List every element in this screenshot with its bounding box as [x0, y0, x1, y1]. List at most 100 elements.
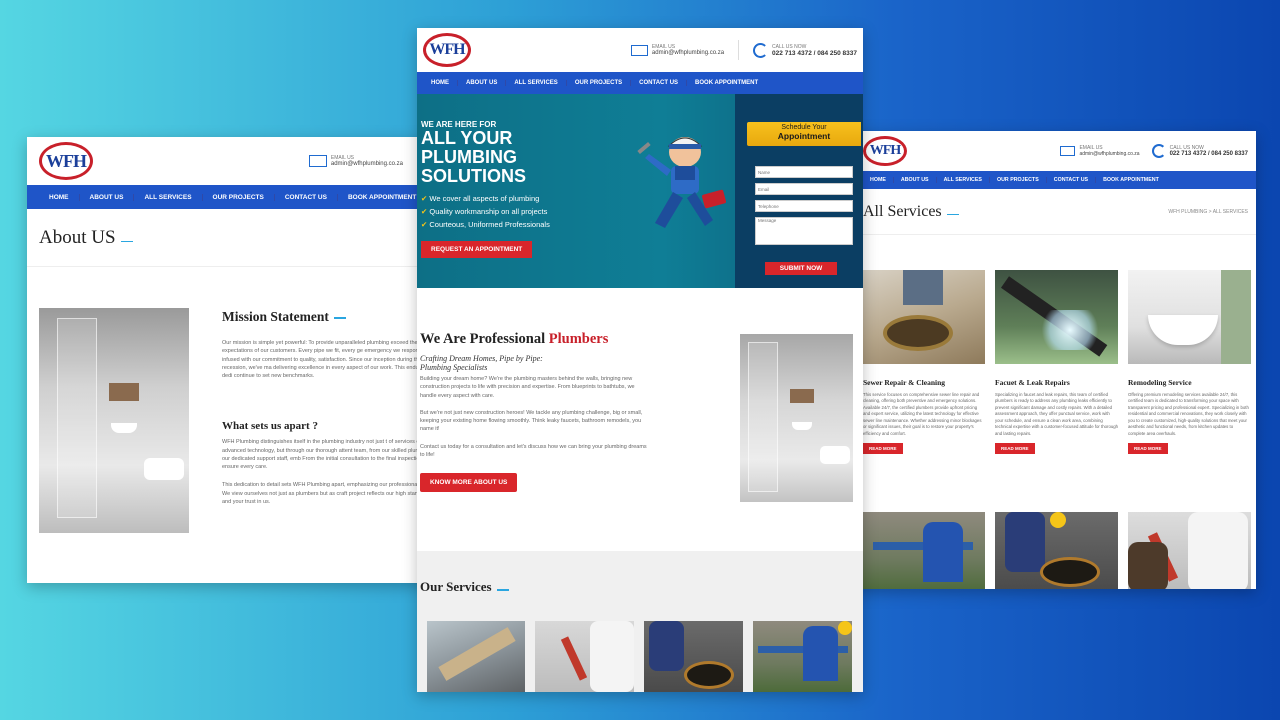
phone-value: 022 713 4372 / 084 250 8337: [772, 49, 857, 57]
services-header: WFH EMAIL US admin@wfhplumbing.co.za CAL…: [855, 131, 1256, 171]
email-field[interactable]: [755, 183, 853, 195]
service-thumb-3: [644, 621, 743, 692]
nav-services[interactable]: ALL SERVICES: [134, 193, 203, 201]
nav-about[interactable]: ABOUT US: [894, 177, 937, 183]
service-thumb-1: [427, 621, 525, 692]
about-page-screenshot: WFH EMAIL US admin@wfhplumbing.co.za HOM…: [27, 137, 447, 583]
read-more-button-remodel[interactable]: READ MORE: [1128, 443, 1168, 455]
service-text-faucet: Specializing in faucet and leak repairs,…: [995, 392, 1119, 436]
phone-icon: [753, 42, 769, 58]
hero-bullet-2: ✔ Quality workmanship on all projects: [421, 207, 548, 216]
project-image-3: [1128, 512, 1251, 589]
home-page-screenshot: WFH EMAIL US admin@wfhplumbing.co.za CAL…: [417, 28, 863, 692]
mail-icon: [308, 155, 327, 167]
name-field[interactable]: [755, 166, 853, 178]
title-underline: [946, 213, 959, 216]
nav-contact[interactable]: CONTACT US: [631, 80, 688, 86]
nav-book[interactable]: BOOK APPOINTMENT: [687, 80, 766, 86]
request-appointment-button[interactable]: REQUEST AN APPOINTMENT: [421, 241, 533, 258]
email-value: admin@wfhplumbing.co.za: [1079, 151, 1140, 157]
email-value: admin@wfhplumbing.co.za: [330, 161, 403, 167]
hero-line-2: PLUMBING: [421, 147, 517, 167]
plumber-mascot-image: [637, 137, 726, 228]
nav-services[interactable]: ALL SERVICES: [506, 80, 567, 86]
site-logo[interactable]: WFH: [39, 142, 93, 180]
email-value: admin@wfhplumbing.co.za: [651, 50, 725, 56]
service-image-sewer: [863, 270, 985, 364]
nav-book[interactable]: BOOK APPOINTMENT: [1096, 177, 1166, 183]
pro-title: We Are Professional: [420, 331, 546, 347]
apart-text: WFH Plumbing distinguishes itself in the…: [222, 439, 437, 470]
nav-projects[interactable]: OUR PROJECTS: [567, 80, 632, 86]
message-field[interactable]: [755, 217, 853, 245]
nav-services[interactable]: ALL SERVICES: [937, 177, 990, 183]
email-contact[interactable]: EMAIL US admin@wfhplumbing.co.za: [308, 155, 403, 167]
service-thumb-2: [535, 621, 634, 692]
apart-title: What sets us apart ?: [222, 420, 318, 433]
service-image-remodel: [1128, 270, 1251, 364]
home-nav: HOME ABOUT US ALL SERVICES OUR PROJECTS …: [417, 72, 863, 94]
service-text-sewer: This service focuses on comprehensive se…: [863, 392, 982, 436]
pro-subtitle: Crafting Dream Homes, Pipe by Pipe: Plum…: [420, 354, 543, 372]
main-nav: HOME ABOUT US ALL SERVICES OUR PROJECTS …: [27, 185, 447, 209]
read-more-button-faucet[interactable]: READ MORE: [995, 443, 1035, 455]
site-header: WFH EMAIL US admin@wfhplumbing.co.za: [27, 137, 447, 185]
pro-bathroom-image: [740, 334, 853, 502]
appointment-form: Schedule Your Appointment SUBMIT NOW: [735, 94, 863, 288]
our-services-section: Our Services: [417, 551, 863, 692]
mail-icon: [1060, 146, 1076, 156]
email-contact[interactable]: EMAIL US admin@wfhplumbing.co.za: [1060, 145, 1140, 157]
know-more-button[interactable]: KNOW MORE ABOUT US: [420, 473, 518, 492]
form-title-2: Appointment: [777, 131, 831, 141]
services-logo[interactable]: WFH: [863, 136, 907, 166]
nav-projects[interactable]: OUR PROJECTS: [990, 177, 1047, 183]
nav-book[interactable]: BOOK APPOINTMENT: [338, 194, 426, 201]
breadcrumb[interactable]: WFH PLUMBING > ALL SERVICES: [1168, 209, 1248, 215]
nav-contact[interactable]: CONTACT US: [275, 193, 338, 201]
services-nav: HOME ABOUT US ALL SERVICES OUR PROJECTS …: [855, 171, 1256, 189]
nav-about[interactable]: ABOUT US: [458, 80, 507, 86]
hero-line-1: ALL YOUR: [421, 128, 513, 148]
mission-title: Mission Statement: [222, 309, 329, 324]
logo-text: WFH: [863, 136, 907, 166]
services-underline: [496, 589, 509, 591]
hero-line-3: SOLUTIONS: [421, 166, 527, 186]
apart-text-2: This dedication to detail sets WFH Plumb…: [222, 482, 432, 505]
nav-contact[interactable]: CONTACT US: [1047, 177, 1097, 183]
service-title-sewer[interactable]: Sewer Repair & Cleaning: [863, 378, 985, 387]
service-image-faucet: [995, 270, 1118, 364]
bathroom-image: [39, 308, 189, 533]
mail-icon: [630, 44, 648, 56]
form-title-1: Schedule Your: [781, 124, 827, 131]
project-image-1: [863, 512, 985, 589]
pro-title-accent: Plumbers: [548, 331, 609, 347]
pro-text-1: Building your dream home? We're the plum…: [420, 376, 635, 399]
services-page-screenshot: WFH EMAIL US admin@wfhplumbing.co.za CAL…: [855, 131, 1256, 589]
nav-home[interactable]: HOME: [863, 177, 894, 183]
phone-contact[interactable]: CALL US NOW 022 713 4372 / 084 250 8337: [1151, 144, 1248, 158]
phone-value: 022 713 4372 / 084 250 8337: [1169, 151, 1248, 157]
nav-home[interactable]: HOME: [39, 193, 80, 201]
email-contact[interactable]: EMAIL US admin@wfhplumbing.co.za: [630, 44, 725, 56]
phone-contact[interactable]: CALL US NOW 022 713 4372 / 084 250 8337: [753, 42, 857, 58]
telephone-field[interactable]: [755, 200, 853, 212]
phone-icon: [1151, 144, 1166, 158]
nav-home[interactable]: HOME: [423, 80, 458, 86]
pro-text-3: Contact us today for a consultation and …: [420, 443, 647, 458]
hero-section: WE ARE HERE FOR ALL YOUR PLUMBING SOLUTI…: [417, 94, 863, 288]
home-logo[interactable]: WFH: [423, 33, 471, 67]
mission-text: Our mission is simple yet powerful: To p…: [222, 340, 436, 379]
home-header: WFH EMAIL US admin@wfhplumbing.co.za CAL…: [417, 28, 863, 72]
nav-projects[interactable]: OUR PROJECTS: [203, 193, 275, 201]
submit-button[interactable]: SUBMIT NOW: [765, 262, 837, 275]
service-title-faucet[interactable]: Facuet & Leak Repairs: [995, 378, 1118, 387]
mission-underline: [333, 317, 346, 319]
service-text-remodel: Offering premium remodeling services ava…: [1128, 392, 1249, 436]
logo-text: WFH: [423, 33, 471, 67]
nav-about[interactable]: ABOUT US: [80, 193, 135, 201]
hero-bullet-3: ✔ Courteous, Uniformed Professionals: [421, 220, 550, 229]
read-more-button-sewer[interactable]: READ MORE: [863, 443, 903, 455]
page-title: About US: [39, 226, 116, 248]
service-title-remodel[interactable]: Remodeling Service: [1128, 378, 1251, 387]
hero-bullet-1: ✔ We cover all aspects of plumbing: [421, 194, 540, 203]
